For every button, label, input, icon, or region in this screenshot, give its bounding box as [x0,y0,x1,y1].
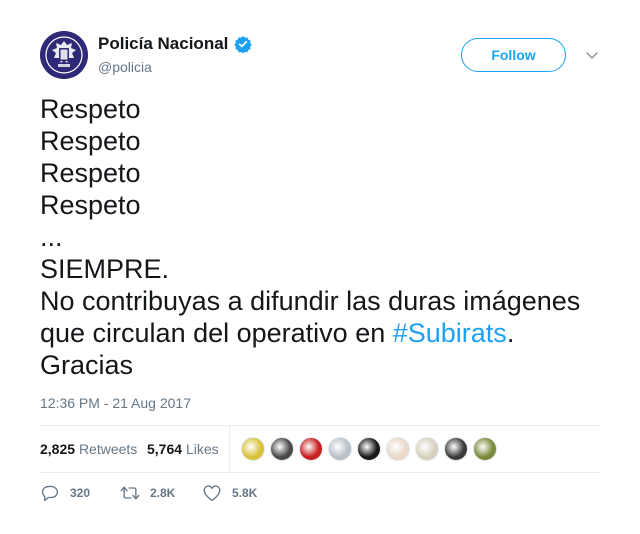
account-handle[interactable]: @policia [98,59,152,75]
tweet-line: Respeto [40,94,141,124]
heart-icon [203,485,221,502]
tweet-card: Policía Nacional @policia Follow Respeto… [0,0,640,534]
retweets-count: 2,825 [40,441,76,457]
follow-button[interactable]: Follow [461,38,566,72]
hashtag-link[interactable]: #Subirats [393,318,507,348]
avatar[interactable] [40,31,88,79]
liker-avatar[interactable] [415,437,439,461]
reply-button[interactable]: 320 [40,484,90,502]
chevron-down-icon[interactable] [584,47,600,63]
retweet-count: 2.8K [150,486,176,500]
likes-label: Likes [185,441,219,457]
tweet-line: Respeto [40,158,141,188]
tweet-text-segment: que circulan del operativo en [40,318,393,348]
liker-avatar[interactable] [270,437,294,461]
liker-avatar[interactable] [444,437,468,461]
reply-icon [41,485,59,502]
retweets-stat[interactable]: 2,825 Retweets [40,441,137,457]
tweet-line: ... [40,222,63,252]
like-button[interactable]: 5.8K [202,484,257,502]
like-count: 5.8K [232,486,258,500]
retweets-label: Retweets [78,441,138,457]
retweet-icon [120,486,140,500]
likes-stat[interactable]: 5,764 Likes [147,441,219,457]
tweet-timestamp[interactable]: 12:36 PM - 21 Aug 2017 [40,395,191,411]
reply-count: 320 [70,486,91,500]
verified-badge-icon [234,35,253,54]
tweet-line: Gracias [40,350,134,380]
tweet-line: que circulan del operativo en #Subirats. [40,317,610,349]
tweet-line: Respeto [40,190,141,220]
tweet-line: Respeto [40,126,141,156]
liker-avatar[interactable] [328,437,352,461]
liker-avatar[interactable] [357,437,381,461]
liker-avatar[interactable] [241,437,265,461]
retweet-button[interactable]: 2.8K [120,484,175,502]
stats-divider [229,426,230,472]
tweet-text: Respeto Respeto Respeto Respeto ... SIEM… [40,93,610,381]
liker-avatar[interactable] [299,437,323,461]
tweet-line: No contribuyas a difundir las duras imág… [40,286,581,316]
liker-avatar[interactable] [473,437,497,461]
liker-avatars [241,437,502,461]
name-row: Policía Nacional [98,33,253,55]
tweet-text-segment: . [506,318,515,348]
tweet-line: SIEMPRE. [40,254,170,284]
liker-avatar[interactable] [386,437,410,461]
tweet-stats: 2,825 Retweets 5,764 Likes [40,425,600,473]
likes-count: 5,764 [147,441,183,457]
display-name[interactable]: Policía Nacional [98,34,228,54]
